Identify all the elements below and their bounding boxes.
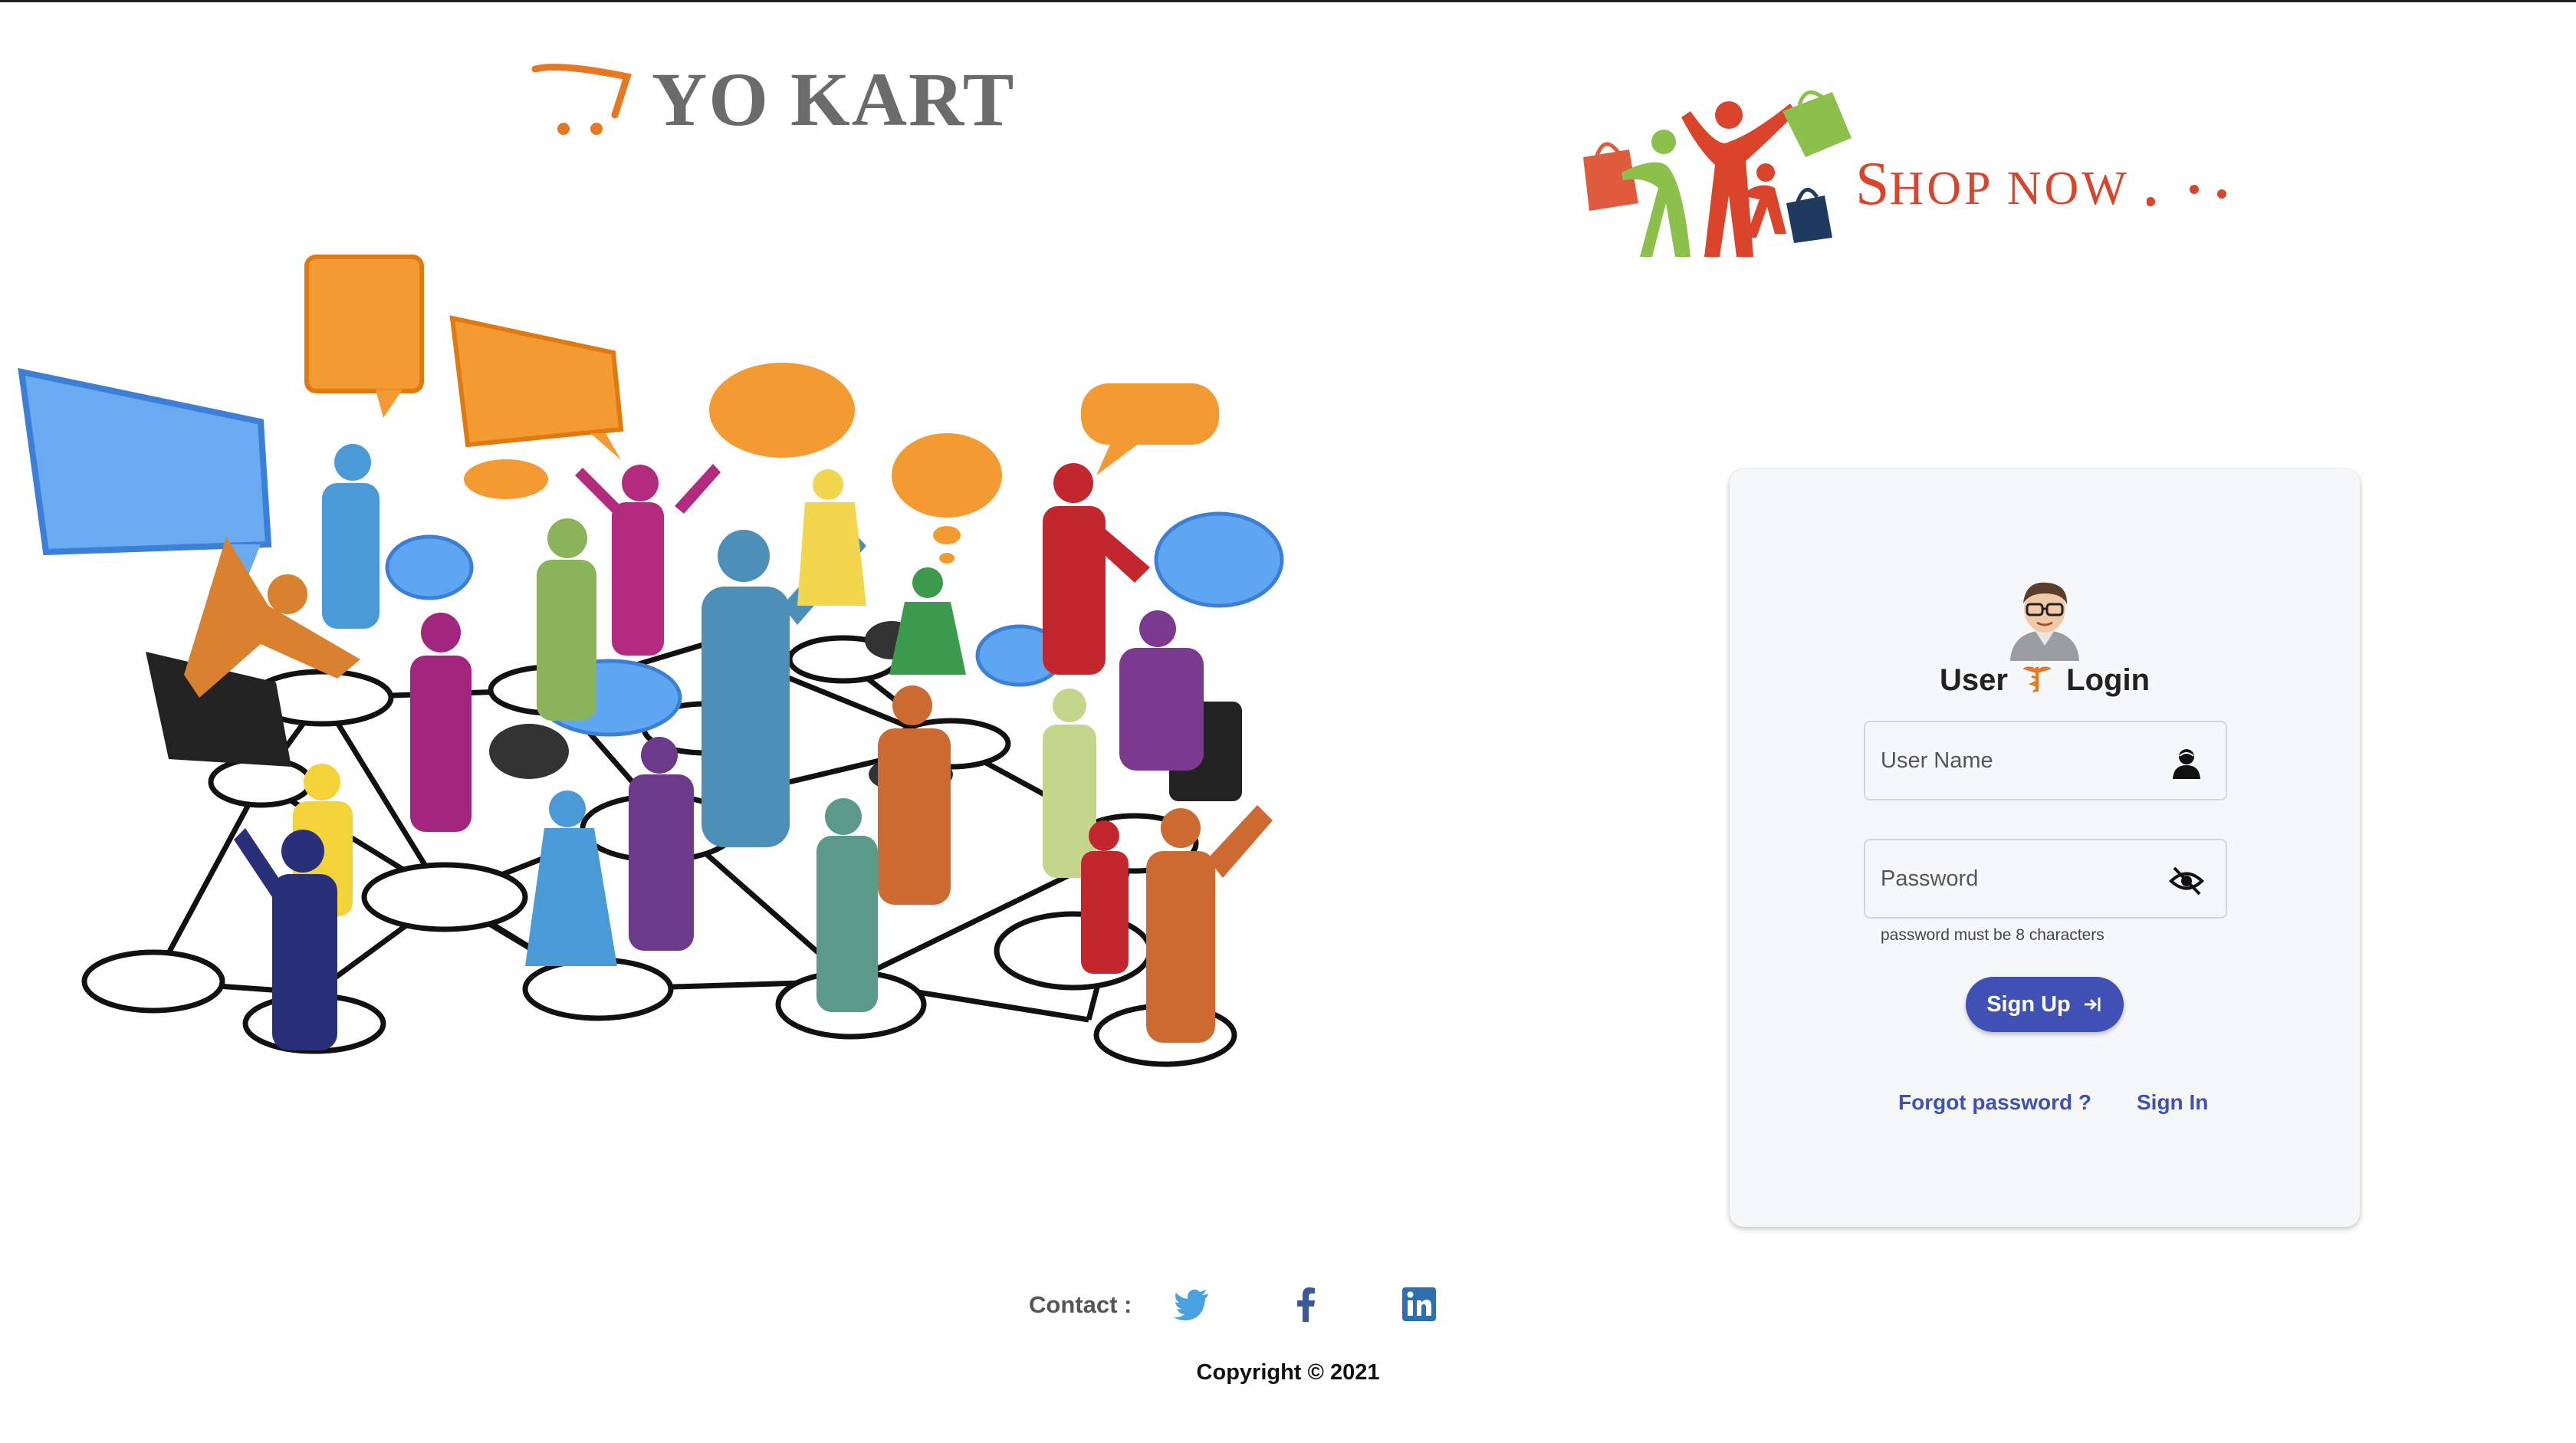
shopping-people-bags-icon [1583,90,1852,257]
login-title-user: User [1939,663,2008,697]
linkedin-icon[interactable] [1400,1285,1438,1323]
password-field[interactable] [1864,839,2227,919]
cart-icon [531,64,632,135]
brand-name: YO KART [652,57,1016,142]
user-icon [2173,749,2200,779]
eye-off-icon[interactable] [2169,863,2204,899]
social-network-people-icon [18,255,1284,1067]
brand-logo: YO KART [529,54,1020,146]
shop-now-text: SHOP NOW [1855,153,2130,215]
facebook-icon[interactable] [1288,1285,1326,1323]
shop-now-rest: HOP NOW [1889,163,2130,215]
login-title-login: Login [2066,663,2150,697]
copyright-text: Copyright © 2021 [1196,1360,1380,1385]
sign-in-link[interactable]: Sign In [2137,1090,2208,1115]
caduceus-icon [2022,666,2052,693]
shop-now-first-letter: S [1855,150,1890,218]
user-avatar-icon [2010,582,2079,661]
password-input[interactable] [1881,840,2157,917]
forgot-password-link[interactable]: Forgot password ? [1898,1090,2091,1115]
login-title: User Login [1730,662,2360,698]
twitter-icon[interactable] [1173,1285,1211,1323]
username-input[interactable] [1881,722,2157,799]
sign-up-label: Sign Up [1986,991,2071,1017]
contact-label: Contact : [1029,1291,1132,1318]
username-field[interactable] [1864,721,2227,800]
password-helper-text: password must be 8 characters [1881,926,2104,944]
decor-dots [2147,185,2226,206]
shop-now-logo: SHOP NOW [1576,81,2266,280]
login-arrow-icon [2084,998,2101,1011]
login-card: User Login password must be 8 characters… [1730,469,2360,1227]
sign-up-button[interactable]: Sign Up [1966,977,2124,1032]
top-border [0,0,2576,2]
